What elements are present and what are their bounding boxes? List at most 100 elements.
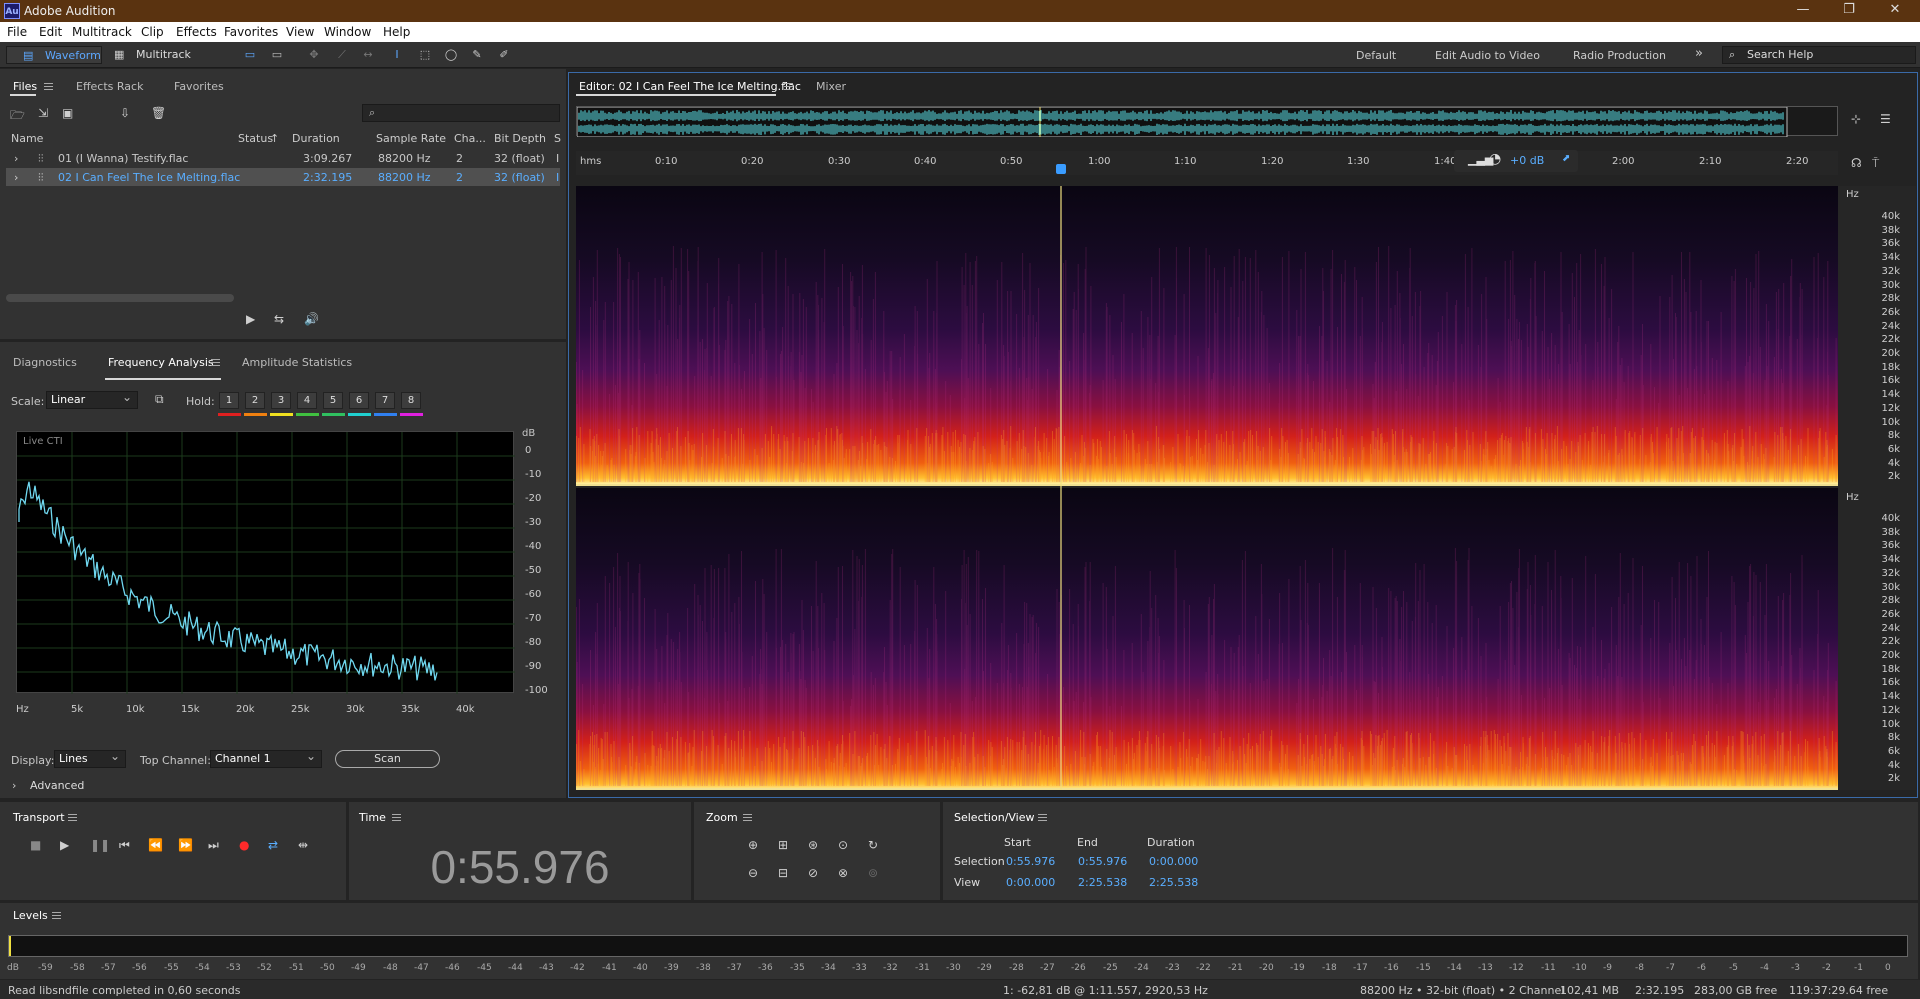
selection-view-menu-icon[interactable]	[1038, 814, 1047, 821]
minimize-icon[interactable]: —	[1780, 2, 1826, 20]
advanced-toggle[interactable]: Advanced	[30, 779, 84, 792]
stop-icon[interactable]: ■	[30, 838, 41, 852]
menu-multitrack[interactable]: Multitrack	[72, 25, 132, 39]
spectral-headset-icon[interactable]: ☊	[1851, 156, 1862, 170]
loop-preview-icon[interactable]: ⇆	[274, 312, 284, 326]
time-menu-icon[interactable]	[392, 814, 401, 821]
spectral-display-icon[interactable]: ▭	[270, 48, 284, 61]
tab-frequency-analysis[interactable]: Frequency Analysis	[108, 356, 214, 369]
scale-select[interactable]: Linear	[46, 389, 138, 409]
zoom-in-time-icon[interactable]: ⊙	[838, 838, 848, 852]
selection-end[interactable]: 0:55.976	[1078, 855, 1127, 868]
menu-effects[interactable]: Effects	[176, 25, 217, 39]
time-selection-tool-icon[interactable]: I	[390, 48, 404, 61]
fast-forward-icon[interactable]: ⏩	[178, 838, 193, 852]
workspace-radio-production[interactable]: Radio Production	[1573, 49, 1666, 62]
skip-selection-icon[interactable]: ⇹	[298, 838, 308, 852]
menu-edit[interactable]: Edit	[39, 25, 62, 39]
workspace-default[interactable]: Default	[1356, 49, 1396, 62]
hold-button-7[interactable]: 7	[375, 392, 395, 409]
workspace-edit-audio-to-video[interactable]: Edit Audio to Video	[1435, 49, 1540, 62]
restore-icon[interactable]: ❐	[1826, 2, 1872, 20]
hold-button-3[interactable]: 3	[271, 392, 291, 409]
razor-tool-icon[interactable]: ⟋	[335, 48, 349, 61]
zoom-in-full-icon[interactable]: ⊞	[778, 838, 788, 852]
hold-button-1[interactable]: 1	[219, 392, 239, 409]
brush-tool-icon[interactable]: ✎	[470, 48, 484, 61]
waveform-display-icon[interactable]: ▭	[243, 48, 257, 61]
view-end[interactable]: 2:25.538	[1078, 876, 1127, 889]
col-duration[interactable]: Duration	[292, 132, 340, 145]
overview-navigator[interactable]	[576, 106, 1838, 137]
zoom-in-amplitude-icon[interactable]: ⊕	[748, 838, 758, 852]
marker-icon[interactable]: ⍑	[1872, 156, 1879, 171]
pause-icon[interactable]: ❚❚	[90, 838, 110, 852]
expand-icon[interactable]: ›	[14, 171, 18, 184]
move-tool-icon[interactable]: ✥	[307, 48, 321, 61]
levels-menu-icon[interactable]	[52, 912, 61, 919]
zoom-reset-icon[interactable]: ↻	[868, 838, 878, 852]
menu-view[interactable]: View	[286, 25, 314, 39]
menu-help[interactable]: Help	[383, 25, 410, 39]
zoom-out-time-icon[interactable]: ⊘	[808, 866, 818, 880]
marquee-tool-icon[interactable]: ⬚	[418, 48, 432, 61]
display-select[interactable]: Lines	[54, 748, 126, 768]
volume-knob-icon[interactable]: ◔	[1489, 151, 1501, 167]
tab-mixer[interactable]: Mixer	[816, 80, 846, 93]
search-help-input[interactable]: ⌕ Search Help	[1722, 46, 1916, 64]
editor-menu-icon[interactable]	[784, 83, 793, 90]
menu-favorites[interactable]: Favorites	[224, 25, 278, 39]
rewind-icon[interactable]: ⏪	[148, 838, 163, 852]
loop-icon[interactable]: ⇄	[268, 838, 278, 852]
scan-button[interactable]: Scan	[335, 750, 440, 768]
col-s[interactable]: S	[554, 132, 561, 145]
file-row-selected[interactable]: › ⫶⫶ 02 I Can Feel The Ice Melting.flac …	[6, 168, 560, 186]
hold-button-4[interactable]: 4	[297, 392, 317, 409]
waveform-view-button[interactable]: ▤ Waveform	[6, 46, 102, 64]
lasso-tool-icon[interactable]: ◯	[444, 48, 458, 61]
import-icon[interactable]: ⇲	[38, 106, 48, 120]
tab-editor[interactable]: Editor: 02 I Can Feel The Ice Melting.fl…	[579, 80, 801, 93]
play-icon[interactable]: ▶	[60, 838, 69, 852]
hold-button-2[interactable]: 2	[245, 392, 265, 409]
transport-menu-icon[interactable]	[68, 814, 77, 821]
pin-icon[interactable]: ⬈	[1562, 153, 1570, 164]
frequency-menu-icon[interactable]	[211, 359, 220, 366]
selection-duration[interactable]: 0:00.000	[1149, 855, 1198, 868]
tab-files[interactable]: Files	[13, 80, 37, 93]
hold-button-6[interactable]: 6	[349, 392, 369, 409]
record-icon[interactable]: ●	[239, 838, 249, 852]
skip-start-icon[interactable]: ⏮	[119, 838, 130, 853]
tab-effects-rack[interactable]: Effects Rack	[76, 80, 143, 93]
hud-volume[interactable]: ▁▃▅ ◔ +0 dB ⬈	[1454, 150, 1578, 172]
slip-tool-icon[interactable]: ↔	[361, 48, 375, 61]
zoom-out-full-icon[interactable]: ⊟	[778, 866, 788, 880]
col-channels[interactable]: Cha...	[454, 132, 486, 145]
selection-start[interactable]: 0:55.976	[1006, 855, 1055, 868]
hold-button-5[interactable]: 5	[323, 392, 343, 409]
time-ruler[interactable]	[576, 151, 1838, 175]
zoom-menu-icon[interactable]	[743, 814, 752, 821]
file-row[interactable]: › ⫶⫶ 01 (I Wanna) Testify.flac 3:09.267 …	[6, 149, 560, 167]
panel-options-icon[interactable]: ☰	[1880, 112, 1891, 126]
spectrogram[interactable]	[576, 186, 1838, 790]
tab-amplitude-statistics[interactable]: Amplitude Statistics	[242, 356, 352, 369]
files-scrollbar[interactable]	[6, 294, 234, 302]
zoom-out-icon[interactable]: ⊗	[838, 866, 848, 880]
expand-icon[interactable]: ›	[14, 152, 18, 165]
hold-button-8[interactable]: 8	[401, 392, 421, 409]
open-file-icon[interactable]: 🗁	[10, 106, 25, 127]
menu-clip[interactable]: Clip	[141, 25, 164, 39]
auto-play-icon[interactable]: 🔊	[304, 312, 319, 326]
new-file-icon[interactable]: ▣	[62, 106, 73, 120]
col-bit-depth[interactable]: Bit Depth	[494, 132, 546, 145]
spot-healing-icon[interactable]: ✐	[497, 48, 511, 61]
time-display[interactable]: 0:55.976	[380, 840, 660, 894]
play-preview-icon[interactable]: ▶	[246, 312, 255, 326]
col-sample-rate[interactable]: Sample Rate	[376, 132, 446, 145]
menu-file[interactable]: File	[7, 25, 27, 39]
playhead-marker[interactable]	[1056, 164, 1066, 174]
files-search-input[interactable]: ⌕	[362, 104, 560, 122]
view-duration[interactable]: 2:25.538	[1149, 876, 1198, 889]
files-menu-icon[interactable]	[44, 83, 53, 90]
